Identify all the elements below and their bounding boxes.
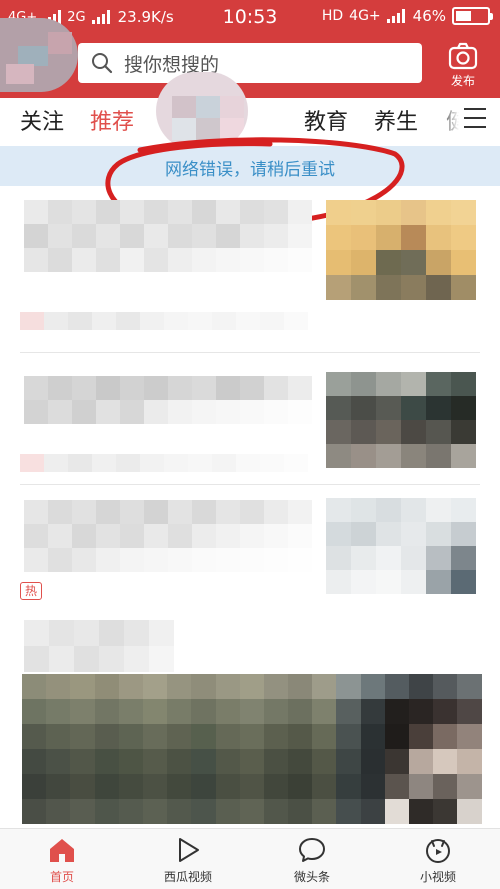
camera-icon [448,42,478,70]
list-item[interactable] [20,620,482,828]
signal-icon [386,9,405,23]
hd-indicator: HD [321,8,344,24]
list-item[interactable] [20,498,480,608]
tab-follow[interactable]: 关注 [20,104,64,136]
battery-icon [452,7,493,25]
hot-badge: 热 [20,582,42,600]
avatar[interactable] [0,18,78,92]
home-icon [50,839,74,862]
publish-label: 发布 [450,74,475,88]
publish-button[interactable]: 发布 [438,40,488,94]
thumbnail-image [326,372,476,468]
thumbnail-image [326,200,476,300]
item-meta [20,312,308,330]
pixelated-region [156,72,248,150]
blurred-text [24,200,312,272]
video-face-icon [426,839,450,863]
nav-weitoutiao[interactable]: 微头条 [262,835,362,885]
news-feed: 热 [0,188,500,828]
top-header: 4G+ 2G 23.9K/s 10:53 HD 4G+ 46% 搜你想搜的 发布 [0,0,500,98]
blurred-text [24,500,312,572]
search-input[interactable]: 搜你想搜的 [78,43,422,83]
divider [20,352,480,353]
list-item[interactable] [20,372,480,482]
thumbnail-image [326,498,476,594]
nav-short-video[interactable]: 小视频 [388,835,488,885]
divider [20,484,480,485]
error-message: 网络错误，请稍后重试 [165,160,335,180]
blurred-text [24,376,312,424]
menu-icon[interactable] [464,108,486,130]
tab-education[interactable]: 教育 [304,104,348,136]
list-item[interactable] [20,200,480,340]
nav-home[interactable]: 首页 [12,835,112,885]
status-bar: 4G+ 2G 23.9K/s 10:53 HD 4G+ 46% [0,0,500,34]
category-tabs: 关注 推荐 热点 教育 养生 健 [0,98,500,144]
search-icon [92,53,113,74]
network-type-3: 4G+ [349,8,381,24]
blurred-text [24,620,174,672]
bottom-nav: 首页 西瓜视频 微头条 小视频 [0,828,500,889]
nav-xigua-video-label: 西瓜视频 [163,870,212,884]
play-icon [179,838,199,862]
tab-recommend[interactable]: 推荐 [90,104,134,136]
nav-xigua-video[interactable]: 西瓜视频 [138,835,238,885]
nav-short-video-label: 小视频 [419,870,456,884]
tab-health[interactable]: 养生 [374,104,418,136]
chat-bubble-icon [299,838,325,862]
content-image [22,674,482,824]
error-banner[interactable]: 网络错误，请稍后重试 [0,146,500,186]
battery-percent: 46% [412,7,446,25]
nav-weitoutiao-label: 微头条 [293,870,330,884]
status-right: HD 4G+ 46% [321,7,493,25]
nav-home-label: 首页 [49,870,74,884]
item-meta [20,454,308,472]
